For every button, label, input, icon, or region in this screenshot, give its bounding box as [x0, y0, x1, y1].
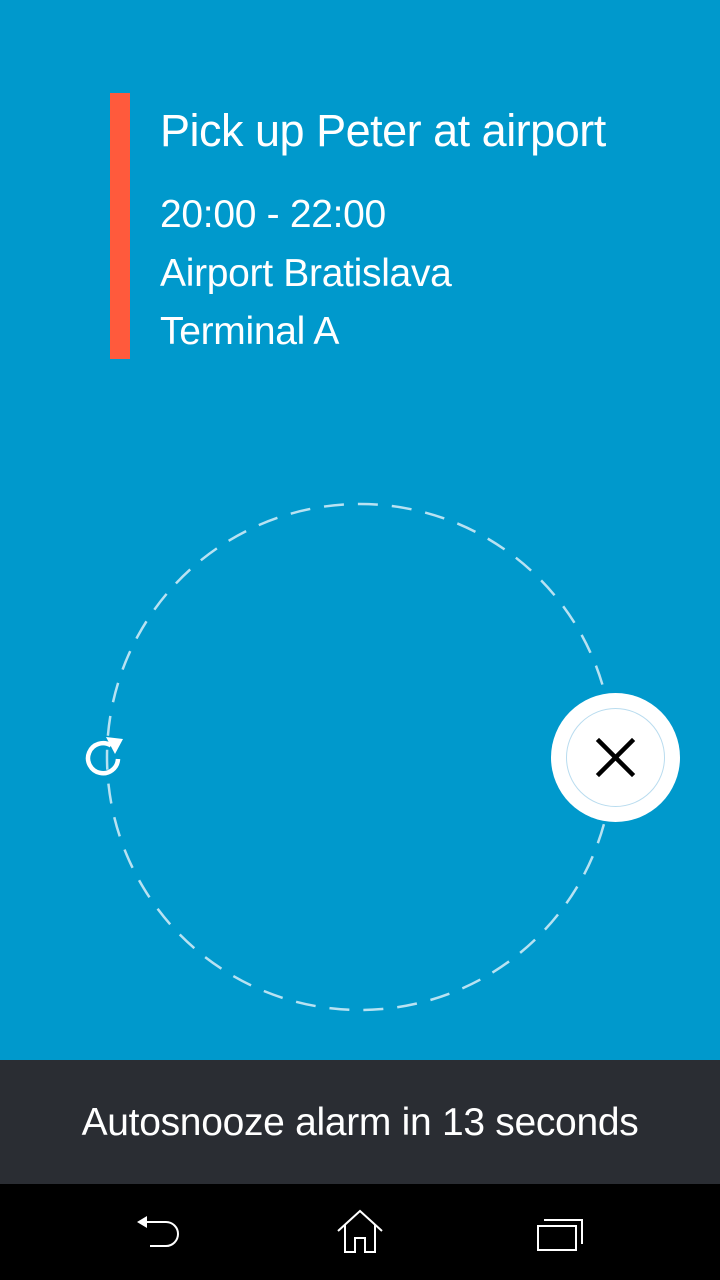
- snooze-button[interactable]: [79, 732, 131, 784]
- nav-home-button[interactable]: [332, 1204, 388, 1260]
- event-color-bar: [110, 93, 130, 359]
- dismiss-button[interactable]: [551, 693, 680, 822]
- event-time: 20:00 - 22:00: [160, 193, 386, 236]
- alarm-screen: Pick up Peter at airport 20:00 - 22:00 A…: [0, 0, 720, 1280]
- snooze-refresh-icon: [79, 737, 131, 788]
- swipe-dial-track: [105, 502, 615, 1012]
- event-location-detail: Terminal A: [160, 310, 340, 353]
- event-location: Airport Bratislava: [160, 252, 452, 295]
- back-icon: [132, 1216, 188, 1264]
- autosnooze-banner: Autosnooze alarm in 13 seconds: [0, 1060, 720, 1184]
- autosnooze-message: Autosnooze alarm in 13 seconds: [81, 1101, 639, 1144]
- nav-recents-button[interactable]: [532, 1204, 588, 1260]
- event-card: Pick up Peter at airport 20:00 - 22:00 A…: [110, 93, 670, 359]
- nav-back-button[interactable]: [132, 1204, 188, 1260]
- home-icon: [332, 1209, 388, 1264]
- event-title: Pick up Peter at airport: [160, 105, 606, 156]
- recents-icon: [532, 1219, 588, 1264]
- system-nav-bar: [0, 1184, 720, 1280]
- alarm-main-area: Pick up Peter at airport 20:00 - 22:00 A…: [0, 0, 720, 1060]
